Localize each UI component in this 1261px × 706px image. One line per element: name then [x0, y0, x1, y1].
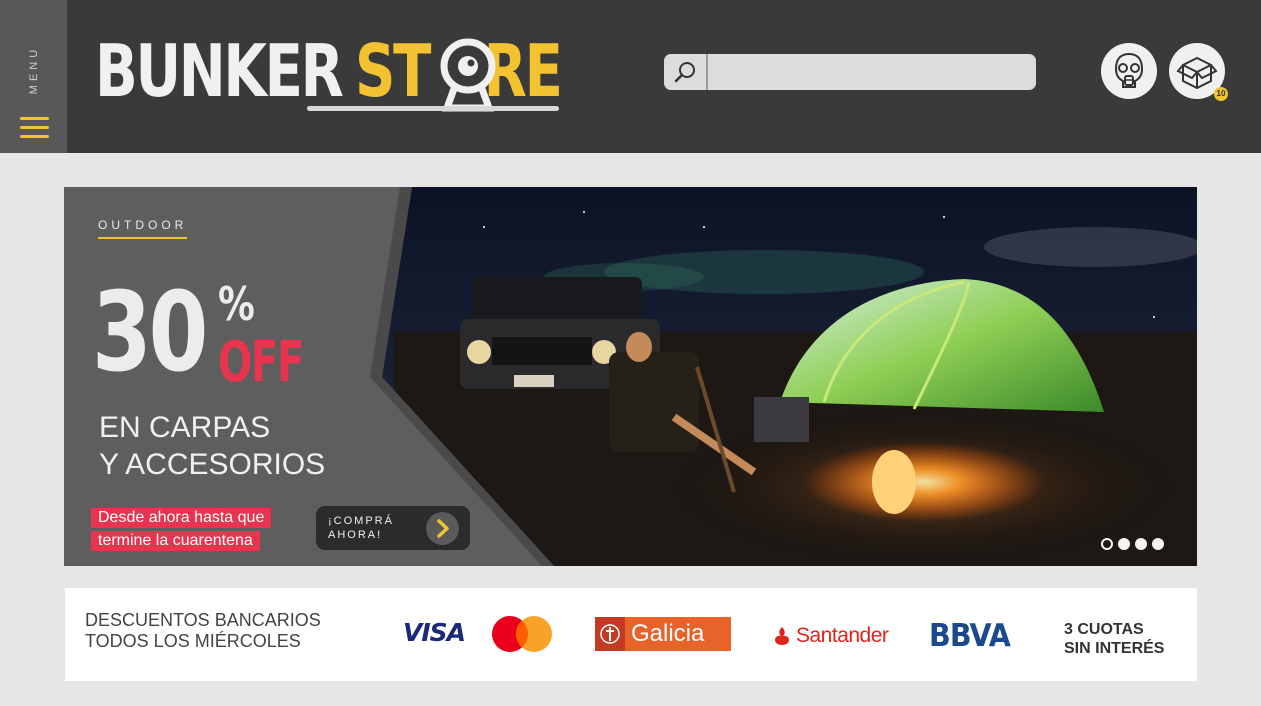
- santander-text: Santander: [796, 624, 889, 647]
- galicia-logo: Galicia: [595, 617, 731, 651]
- bank-title-line-1: DESCUENTOS BANCARIOS: [85, 610, 321, 630]
- off-label: OFF: [218, 330, 304, 395]
- galicia-mark-icon: [595, 617, 625, 651]
- menu-label: MENU: [28, 45, 40, 95]
- bank-discounts-strip: DESCUENTOS BANCARIOS TODOS LOS MIÉRCOLES…: [65, 588, 1197, 681]
- carousel-dot-1[interactable]: [1101, 538, 1113, 550]
- cta-line-1: ¡COMPRÁ: [328, 515, 394, 527]
- percent-sign: %: [218, 277, 255, 331]
- buy-now-button[interactable]: ¡COMPRÁ AHORA!: [316, 506, 470, 550]
- bank-title-line-2: TODOS LOS MIÉRCOLES: [85, 631, 301, 651]
- search-icon: [674, 62, 695, 83]
- logo-underline: [307, 106, 559, 111]
- promo-period: Desde ahora hasta que termine la cuarent…: [91, 508, 272, 554]
- hero-banner[interactable]: OUTDOOR 30 % OFF EN CARPAS Y ACCESORIOS …: [64, 187, 1197, 566]
- installments-line-2: SIN INTERÉS: [1064, 640, 1165, 657]
- cart-button[interactable]: 10: [1169, 43, 1228, 101]
- account-button[interactable]: [1101, 43, 1157, 99]
- bank-discounts-title: DESCUENTOS BANCARIOS TODOS LOS MIÉRCOLES: [85, 610, 321, 652]
- cta-label: ¡COMPRÁ AHORA!: [328, 514, 438, 542]
- bbva-logo: BBVA: [929, 618, 1011, 654]
- period-line-2: termine la cuarentena: [91, 531, 260, 551]
- hamburger-menu-icon[interactable]: [20, 117, 49, 139]
- search-bar: [664, 54, 1036, 90]
- galicia-text: Galicia: [631, 620, 705, 647]
- period-line-1: Desde ahora hasta que: [91, 508, 272, 528]
- category-label: OUTDOOR: [98, 218, 188, 239]
- carousel-dot-3[interactable]: [1135, 538, 1147, 550]
- mastercard-logo: [492, 616, 552, 652]
- carousel-dot-2[interactable]: [1118, 538, 1130, 550]
- promo-headline: EN CARPAS Y ACCESORIOS: [99, 409, 325, 483]
- gas-mask-icon: [1114, 52, 1144, 88]
- search-button[interactable]: [664, 54, 708, 90]
- installments-label: 3 CUOTAS SIN INTERÉS: [1064, 620, 1164, 658]
- logo-text-bunker: BUNKER: [95, 29, 344, 113]
- cta-line-2: AHORA!: [328, 529, 383, 541]
- visa-logo: VISA: [403, 618, 466, 647]
- cart-count-badge: 10: [1214, 87, 1228, 101]
- search-input[interactable]: [710, 56, 1032, 90]
- santander-logo: Santander: [769, 623, 889, 649]
- menu-sidebar[interactable]: MENU: [0, 0, 67, 153]
- discount-number: 30: [92, 268, 208, 396]
- chevron-right-icon: [426, 512, 459, 545]
- site-header: MENU BUNKER ST RE 10: [0, 0, 1261, 153]
- headline-line-1: EN CARPAS: [99, 411, 271, 444]
- carousel-dot-4[interactable]: [1152, 538, 1164, 550]
- santander-flame-icon: [775, 627, 789, 645]
- carousel-dots: [1101, 538, 1169, 556]
- headline-line-2: Y ACCESORIOS: [99, 448, 326, 481]
- installments-line-1: 3 CUOTAS: [1064, 621, 1144, 638]
